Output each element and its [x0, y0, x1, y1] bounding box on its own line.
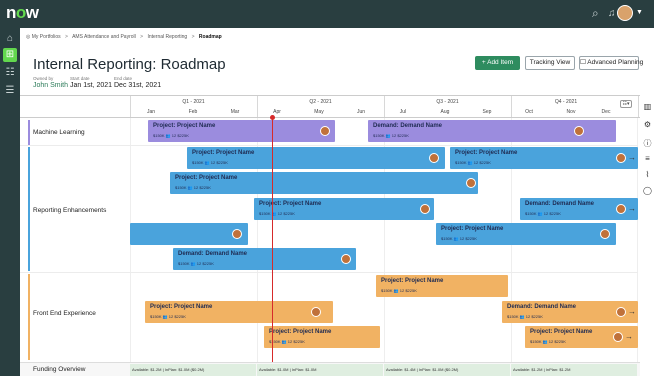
arrow-right-icon: → [625, 332, 633, 341]
servicenow-logo[interactable]: now [6, 3, 39, 23]
grid-icon[interactable]: ⊞ [3, 48, 17, 62]
end-date: Dec 31st, 2021 [114, 82, 162, 89]
assignee-avatar[interactable] [341, 254, 351, 264]
assignee-avatar[interactable] [320, 126, 330, 136]
end-date-label: End date [114, 76, 133, 81]
user-avatar[interactable] [617, 5, 633, 21]
arrow-right-icon: → [628, 204, 636, 213]
info-icon[interactable]: ⓘ [642, 138, 653, 149]
add-item-button[interactable]: + Add Item [475, 56, 520, 70]
today-marker-line [272, 116, 273, 376]
month-label: Dec [601, 109, 611, 115]
today-marker-dot[interactable] [270, 115, 275, 120]
start-date-label: Start date [70, 76, 90, 81]
group-label-front-end-experience: Front End Experience [33, 310, 96, 317]
group-label-reporting-enhancements: Reporting Enhancements [33, 207, 107, 214]
funding-cell: Available: $1.2M | InPlan: $1.0M ($0.2M) [130, 364, 256, 376]
chevron-down-icon[interactable]: ▼ [636, 9, 643, 16]
assignee-avatar[interactable] [429, 153, 439, 163]
list-icon[interactable]: ☰ [3, 84, 17, 98]
right-tool-rail: ▥ ⚙ ⓘ ≡ ⌇ ◯ [640, 96, 654, 376]
roadmap-bar[interactable]: Project: Project Name $150K 👥 12 $225K → [450, 147, 638, 169]
roadmap-bar[interactable] [130, 223, 248, 245]
group-label-machine-learning: Machine Learning [33, 129, 85, 136]
gear-icon[interactable]: ⚙ [642, 120, 653, 129]
quarter-label: Q1 - 2021 [182, 99, 205, 105]
menu-icon[interactable]: ≡ [642, 154, 653, 163]
month-label: Aug [440, 109, 450, 115]
month-label: Jan [146, 109, 156, 115]
arrow-right-icon: → [628, 153, 636, 162]
home-icon[interactable]: ⌂ [3, 32, 17, 46]
bell-icon[interactable]: ♫ [608, 8, 616, 19]
group-accent-reporting-enhancements [28, 147, 30, 271]
roadmap-bar[interactable]: Project: Project Name $150K 👥 12 $225K [170, 172, 478, 194]
hierarchy-icon[interactable]: ☷ [3, 66, 17, 80]
assignee-avatar[interactable] [600, 229, 610, 239]
roadmap-bar[interactable]: Demand: Demand Name $150K 👥 12 $225K → [502, 301, 638, 323]
roadmap-bar[interactable]: Project: Project Name $150K 👥 12 $225K [436, 223, 616, 245]
funding-cell: Available: $1.4M | InPlan: $1.0M ($0.2M) [384, 364, 510, 376]
roadmap-bar[interactable]: Project: Project Name $150K 👥 12 $225K [148, 120, 335, 142]
breadcrumb-item[interactable]: Internal Reporting [147, 34, 187, 40]
assignee-avatar[interactable] [311, 307, 321, 317]
funding-cell: Available: $1.2M | InPlan: $1.2M [511, 364, 637, 376]
roadmap-bar[interactable]: Demand: Demand Name $150K 👥 12 $225K [173, 248, 356, 270]
header-divider [20, 95, 640, 96]
arrow-right-icon: → [628, 307, 636, 316]
page-title: Internal Reporting: Roadmap [33, 56, 226, 73]
assignee-avatar[interactable] [616, 204, 626, 214]
owner-name[interactable]: John Smith [33, 82, 68, 89]
roadmap-bar[interactable]: Project: Project Name $150K 👥 12 $225K → [525, 326, 638, 348]
month-label: Apr [273, 109, 281, 115]
month-label: Feb [188, 109, 198, 115]
tracking-view-button[interactable]: Tracking View [525, 56, 575, 70]
roadmap-bar[interactable]: Project: Project Name $150K 👥 12 $225K [145, 301, 333, 323]
funding-overview-label: Funding Overview [33, 366, 86, 373]
left-navigation-rail: ⌂ ⊞ ☷ ☰ [0, 28, 20, 376]
month-label: Mar [230, 109, 240, 115]
group-accent-front-end-experience [28, 274, 30, 360]
funding-cell: Available: $1.0M | InPlan: $1.0M [257, 364, 383, 376]
advanced-planning-button[interactable]: ☐ Advanced Planning [579, 56, 643, 70]
search-icon[interactable]: ⌕ [592, 6, 599, 21]
timeline-options-button[interactable]: ☷▾ [620, 100, 632, 108]
month-label: Nov [566, 109, 576, 115]
breadcrumb-item[interactable]: AMS Attendance and Payroll [72, 34, 136, 40]
assignee-avatar[interactable] [616, 153, 626, 163]
assignee-avatar[interactable] [420, 204, 430, 214]
roadmap-bar[interactable]: Project: Project Name $150K 👥 12 $225K [254, 198, 434, 220]
quarter-label: Q3 - 2021 [436, 99, 459, 105]
breadcrumb-current: Roadmap [198, 34, 222, 40]
roadmap-bar[interactable]: Project: Project Name $150K 👥 12 $225K [264, 326, 380, 348]
roadmap-bar[interactable]: Demand: Demand Name $150K 👥 12 $225K → [520, 198, 638, 220]
chart-icon[interactable]: ▥ [642, 102, 653, 111]
roadmap-bar[interactable]: Project: Project Name $150K 👥 12 $225K [187, 147, 445, 169]
assignee-avatar[interactable] [613, 332, 623, 342]
month-label: May [314, 109, 324, 115]
month-label: Sep [482, 109, 492, 115]
roadmap-bar[interactable]: Demand: Demand Name $150K 👥 12 $225K [368, 120, 616, 142]
month-label: Oct [525, 109, 533, 115]
breadcrumb: ◎ My Portfolios > AMS Attendance and Pay… [26, 34, 222, 40]
quarter-label: Q2 - 2021 [309, 99, 332, 105]
assignee-avatar[interactable] [466, 178, 476, 188]
comment-icon[interactable]: ◯ [642, 186, 653, 195]
breadcrumb-item[interactable]: ◎ My Portfolios [26, 34, 61, 40]
group-accent-machine-learning [28, 120, 30, 145]
start-date: Jan 1st, 2021 [70, 82, 113, 89]
assignee-avatar[interactable] [232, 229, 242, 239]
top-navigation-bar: now ⌕ ♫ ▼ [0, 0, 654, 28]
assignee-avatar[interactable] [574, 126, 584, 136]
attachment-icon[interactable]: ⌇ [642, 170, 653, 179]
roadmap-bar[interactable]: Project: Project Name $150K 👥 12 $225K [376, 275, 508, 297]
month-label: Jul [399, 109, 407, 115]
owner-label: Owned by [33, 76, 54, 81]
assignee-avatar[interactable] [616, 307, 626, 317]
quarter-label: Q4 - 2021 [554, 99, 578, 105]
month-label: Jun [356, 109, 366, 115]
